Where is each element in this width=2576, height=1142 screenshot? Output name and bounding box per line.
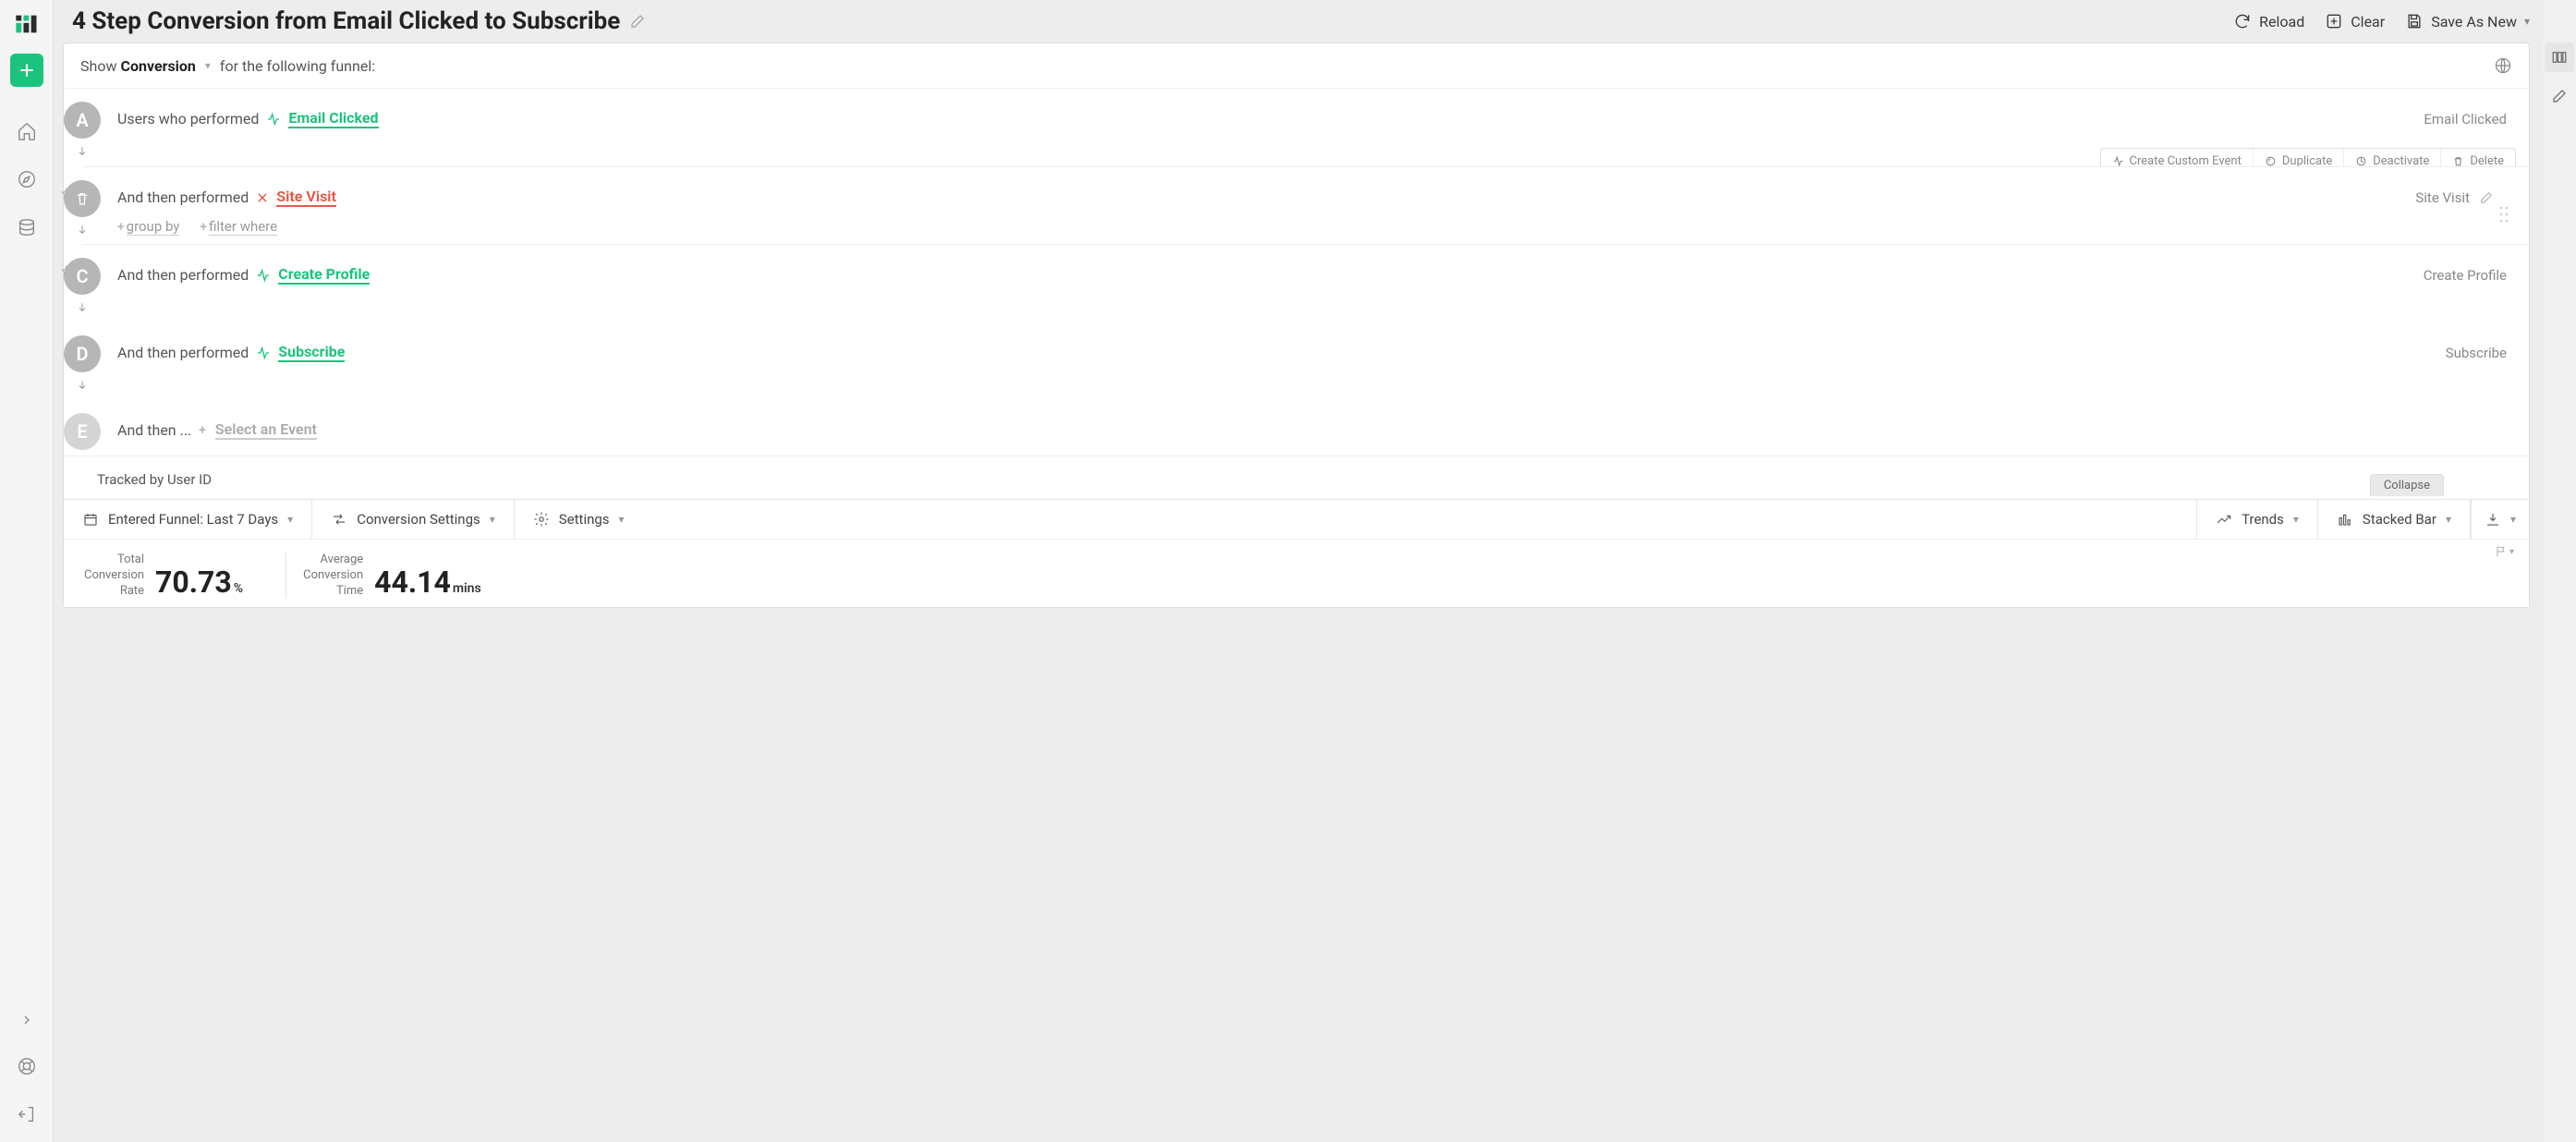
show-label: Show: [80, 57, 116, 75]
avg-conversion-unit: mins: [453, 581, 481, 596]
step-right-label: Email Clicked: [2424, 89, 2512, 128]
event-selector[interactable]: Create Profile: [278, 265, 370, 285]
activity-icon: [256, 346, 271, 360]
save-as-new-label: Save As New: [2431, 13, 2517, 30]
expand-sidebar-icon[interactable]: [19, 1013, 34, 1027]
step-right-label: Create Profile: [2424, 245, 2512, 284]
total-conversion-value: 70.73: [155, 565, 232, 600]
conversion-settings-button[interactable]: Conversion Settings ▾: [312, 500, 515, 539]
arrow-down-icon: [76, 142, 89, 161]
main-content: 4 Step Conversion from Email Clicked to …: [54, 0, 2543, 1142]
chevron-down-icon: ▾: [2510, 513, 2516, 526]
step-badge: D: [64, 335, 101, 372]
flag-icon[interactable]: ▾: [2495, 545, 2514, 558]
page-title: 4 Step Conversion from Email Clicked to …: [72, 7, 620, 35]
page-header: 4 Step Conversion from Email Clicked to …: [72, 7, 2530, 35]
funnel-card: Show Conversion ▾ for the following funn…: [63, 43, 2530, 608]
step-prefix: And then ...: [117, 421, 191, 439]
chevron-down-icon: ▾: [287, 513, 293, 526]
step-right-label: Site Visit: [2415, 189, 2470, 206]
activity-icon: [266, 112, 281, 127]
funnel-step-e[interactable]: E And then ... + Select an Event: [82, 400, 2529, 456]
reload-button[interactable]: Reload: [2233, 12, 2304, 30]
app-logo: [14, 11, 40, 37]
activity-icon: [256, 268, 271, 283]
layout-icon[interactable]: [2545, 43, 2574, 72]
funnel-step-d[interactable]: D And then performed Subscribe S: [82, 322, 2529, 400]
funnel-step-a[interactable]: A Users who performed Email Clicked: [82, 89, 2529, 166]
edit-step-icon[interactable]: [2479, 190, 2494, 205]
settings-button[interactable]: Settings ▾: [515, 500, 643, 539]
chevron-down-icon: ▾: [619, 513, 625, 526]
step-prefix: And then performed: [117, 266, 249, 284]
close-icon: [256, 191, 269, 204]
step-badge: A: [64, 102, 101, 139]
logout-icon[interactable]: [16, 1103, 38, 1125]
collapse-button[interactable]: Collapse: [2370, 474, 2444, 496]
avg-conversion-metric: Average Conversion Time 44.14 mins: [303, 553, 507, 600]
step-prefix: Users who performed: [117, 110, 259, 128]
chevron-down-icon[interactable]: ▾: [205, 59, 211, 72]
help-icon[interactable]: [16, 1055, 38, 1077]
filter-where-button[interactable]: +filter where: [200, 218, 277, 235]
step-delete-badge[interactable]: [64, 180, 101, 217]
plus-icon: +: [199, 423, 206, 438]
reload-label: Reload: [2259, 13, 2304, 30]
drag-handle-icon[interactable]: [2499, 205, 2512, 224]
arrow-down-icon: [76, 376, 89, 395]
step-prefix: And then performed: [117, 344, 249, 361]
clear-button[interactable]: Clear: [2325, 12, 2385, 30]
chevron-down-icon: ▾: [2524, 15, 2530, 28]
step-prefix: And then performed: [117, 188, 249, 206]
chart-type-selector[interactable]: Stacked Bar ▾: [2318, 500, 2471, 539]
edit-title-icon[interactable]: [629, 13, 646, 30]
event-selector[interactable]: Site Visit: [276, 188, 336, 207]
event-selector[interactable]: Subscribe: [278, 343, 345, 362]
avg-conversion-value: 44.14: [374, 565, 451, 600]
show-metric-row: Show Conversion ▾ for the following funn…: [64, 43, 2529, 89]
tracked-by-row[interactable]: Tracked by User ID: [64, 456, 2529, 499]
trends-button[interactable]: Trends ▾: [2196, 500, 2318, 539]
arrow-down-icon: [76, 298, 89, 317]
download-button[interactable]: ▾: [2471, 500, 2529, 539]
save-as-new-button[interactable]: Save As New ▾: [2405, 12, 2530, 30]
clear-label: Clear: [2351, 13, 2385, 30]
edit-panel-icon[interactable]: [2545, 81, 2574, 111]
chevron-down-icon: ▾: [2293, 513, 2299, 526]
funnel-step-c[interactable]: C And then performed Create Profile: [82, 245, 2529, 322]
globe-icon[interactable]: [2494, 56, 2512, 75]
chevron-down-icon: ▾: [2446, 513, 2451, 526]
total-conversion-metric: Total Conversion Rate 70.73 %: [84, 553, 269, 600]
right-rail: [2543, 0, 2576, 1142]
metric-name[interactable]: Conversion: [120, 57, 195, 75]
controls-row: Collapse Entered Funnel: Last 7 Days ▾ C…: [64, 499, 2529, 539]
date-range-selector[interactable]: Entered Funnel: Last 7 Days ▾: [64, 500, 312, 539]
total-conversion-unit: %: [234, 581, 243, 596]
event-selector[interactable]: Email Clicked: [288, 109, 378, 128]
group-by-button[interactable]: +group by: [117, 218, 179, 235]
chevron-down-icon: ▾: [490, 513, 495, 526]
step-right-label: Subscribe: [2446, 322, 2512, 361]
step-badge: E: [64, 413, 101, 450]
database-icon[interactable]: [16, 216, 38, 238]
arrow-down-icon: [76, 221, 89, 239]
metrics-row: ▾ Total Conversion Rate 70.73 %: [64, 539, 2529, 607]
left-sidebar: [0, 0, 54, 1142]
show-suffix: for the following funnel:: [220, 57, 375, 75]
funnel-step-b[interactable]: And then performed Site Visit +group by …: [82, 166, 2529, 245]
create-button[interactable]: [10, 54, 43, 87]
step-badge: C: [64, 258, 101, 295]
home-icon[interactable]: [16, 120, 38, 142]
compass-icon[interactable]: [16, 168, 38, 190]
event-selector[interactable]: Select an Event: [215, 420, 317, 440]
